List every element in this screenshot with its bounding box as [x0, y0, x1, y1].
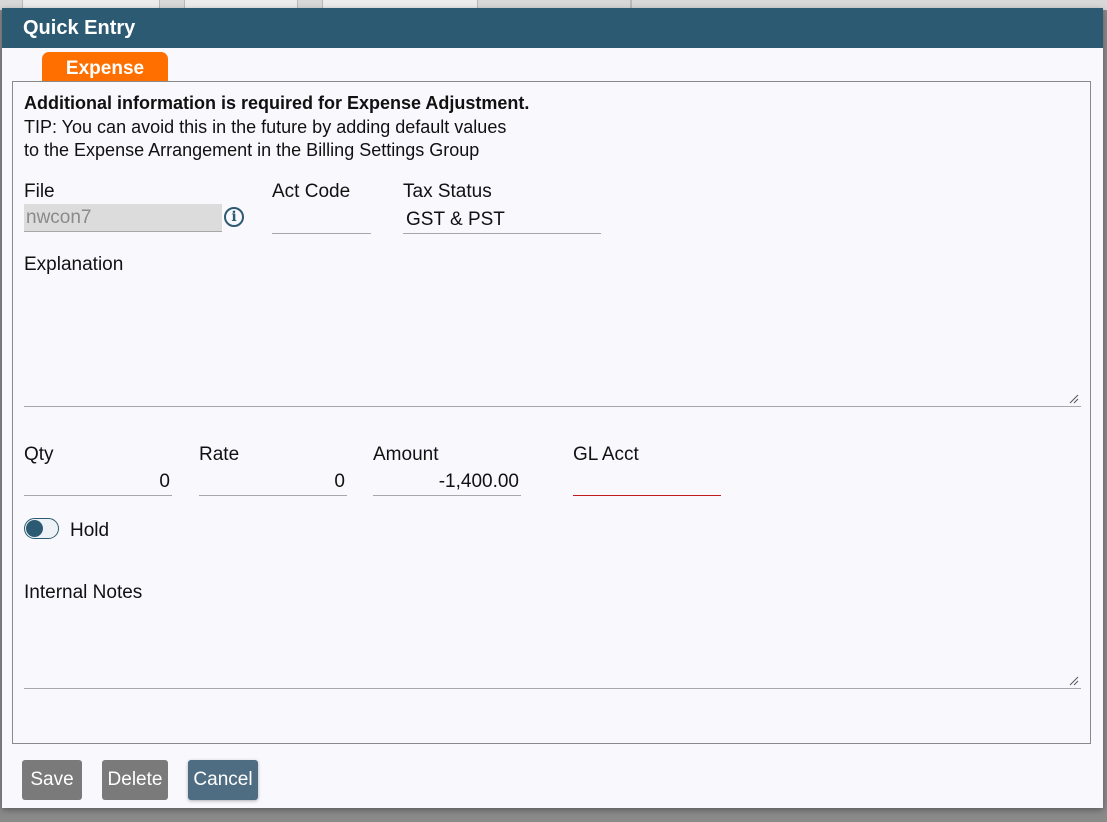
- save-button[interactable]: Save: [22, 760, 82, 800]
- hold-label: Hold: [70, 520, 110, 541]
- resize-grip-icon[interactable]: [1069, 676, 1079, 686]
- dialog-title: Quick Entry: [2, 8, 1103, 48]
- qty-input[interactable]: 0: [24, 468, 172, 496]
- delete-button[interactable]: Delete: [102, 760, 168, 800]
- cancel-button[interactable]: Cancel: [188, 760, 258, 800]
- notice-heading: Additional information is required for E…: [24, 93, 530, 113]
- resize-grip-icon[interactable]: [1069, 394, 1079, 404]
- expense-panel: Additional information is required for E…: [12, 81, 1091, 744]
- hold-toggle[interactable]: [24, 518, 59, 539]
- file-field: nwcon7: [24, 204, 222, 232]
- file-label: File: [24, 181, 55, 202]
- internal-notes-textarea[interactable]: [24, 609, 1081, 689]
- amount-label: Amount: [373, 444, 439, 465]
- notice-tip-line-1: TIP: You can avoid this in the future by…: [24, 117, 507, 137]
- info-icon[interactable]: i: [224, 207, 244, 227]
- tax-status-select[interactable]: GST & PST: [403, 206, 601, 234]
- qty-label: Qty: [24, 444, 54, 465]
- act-code-label: Act Code: [272, 181, 351, 202]
- explanation-textarea[interactable]: [24, 280, 1081, 407]
- tab-expense[interactable]: Expense: [42, 52, 168, 82]
- notice-tip-line-2: to the Expense Arrangement in the Billin…: [24, 140, 480, 160]
- gl-acct-input[interactable]: [573, 468, 721, 496]
- quick-entry-dialog: Quick Entry Expense Additional informati…: [2, 8, 1103, 808]
- toggle-knob: [26, 520, 43, 537]
- explanation-label: Explanation: [24, 254, 124, 275]
- gl-acct-label: GL Acct: [573, 444, 639, 465]
- tax-status-label: Tax Status: [403, 181, 492, 202]
- rate-input[interactable]: 0: [199, 468, 347, 496]
- act-code-input[interactable]: [272, 206, 371, 234]
- internal-notes-label: Internal Notes: [24, 582, 143, 603]
- rate-label: Rate: [199, 444, 240, 465]
- amount-input[interactable]: -1,400.00: [373, 468, 521, 496]
